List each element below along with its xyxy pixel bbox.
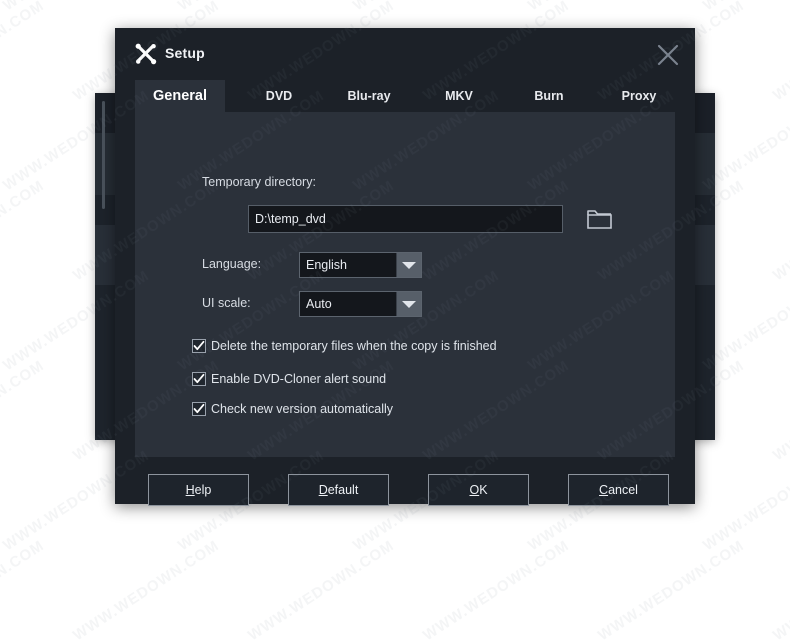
cancel-accel: C xyxy=(599,483,608,497)
language-select-value: English xyxy=(306,253,347,277)
tab-dvd[interactable]: DVD xyxy=(237,80,321,112)
dialog-title-bar: Setup xyxy=(115,28,695,80)
ok-accel: O xyxy=(469,483,479,497)
watermark-text: WWW.WEDOWN.COM xyxy=(525,0,677,14)
dialog-title: Setup xyxy=(165,45,205,61)
background-scrollbar xyxy=(102,101,105,209)
tab-general[interactable]: General xyxy=(135,80,225,112)
dialog-footer: Help Default OK Cancel xyxy=(115,457,695,504)
temporary-directory-label: Temporary directory: xyxy=(202,175,316,189)
tab-bluray[interactable]: Blu-ray xyxy=(327,80,411,112)
checkbox-icon[interactable] xyxy=(192,372,206,386)
default-rest: efault xyxy=(328,483,359,497)
watermark-text: WWW.WEDOWN.COM xyxy=(770,177,790,284)
watermark-text: WWW.WEDOWN.COM xyxy=(770,0,790,104)
help-accel: H xyxy=(186,483,195,497)
chevron-down-icon[interactable] xyxy=(396,292,421,316)
language-select[interactable]: English xyxy=(299,252,422,278)
ui-scale-select-value: Auto xyxy=(306,292,332,316)
checkbox-icon[interactable] xyxy=(192,402,206,416)
checkbox-label: Enable DVD-Cloner alert sound xyxy=(211,371,386,388)
help-rest: elp xyxy=(195,483,212,497)
watermark-text: WWW.WEDOWN.COM xyxy=(0,177,47,284)
tab-bar: General DVD Blu-ray MKV Burn Proxy xyxy=(115,80,695,112)
watermark-text: WWW.WEDOWN.COM xyxy=(0,357,47,464)
tools-icon xyxy=(133,41,159,67)
watermark-text: WWW.WEDOWN.COM xyxy=(770,537,790,644)
tab-mkv[interactable]: MKV xyxy=(417,80,501,112)
watermark-text: WWW.WEDOWN.COM xyxy=(0,537,47,644)
default-button[interactable]: Default xyxy=(288,474,389,506)
close-icon xyxy=(651,40,685,70)
checkbox-label: Delete the temporary files when the copy… xyxy=(211,338,497,355)
watermark-text: WWW.WEDOWN.COM xyxy=(175,0,327,14)
cancel-rest: ancel xyxy=(608,483,638,497)
watermark-text: WWW.WEDOWN.COM xyxy=(350,0,502,14)
help-button[interactable]: Help xyxy=(148,474,249,506)
watermark-text: WWW.WEDOWN.COM xyxy=(245,537,397,644)
default-accel: D xyxy=(319,483,328,497)
language-label: Language: xyxy=(202,257,261,271)
browse-folder-button[interactable] xyxy=(585,206,615,232)
general-tab-panel: Temporary directory: Language: English U… xyxy=(135,112,675,457)
watermark-text: WWW.WEDOWN.COM xyxy=(770,357,790,464)
temporary-directory-input[interactable] xyxy=(248,205,563,233)
cancel-button[interactable]: Cancel xyxy=(568,474,669,506)
watermark-text: WWW.WEDOWN.COM xyxy=(0,0,47,104)
watermark-text: WWW.WEDOWN.COM xyxy=(0,0,152,14)
watermark-text: WWW.WEDOWN.COM xyxy=(420,537,572,644)
tab-burn[interactable]: Burn xyxy=(507,80,591,112)
checkbox-label: Check new version automatically xyxy=(211,401,393,418)
watermark-text: WWW.WEDOWN.COM xyxy=(700,447,790,554)
ui-scale-select[interactable]: Auto xyxy=(299,291,422,317)
setup-dialog: Setup General DVD Blu-ray MKV Burn Proxy… xyxy=(115,28,695,504)
close-button[interactable] xyxy=(651,40,685,70)
watermark-text: WWW.WEDOWN.COM xyxy=(70,537,222,644)
watermark-text: WWW.WEDOWN.COM xyxy=(700,0,790,14)
chevron-down-icon[interactable] xyxy=(396,253,421,277)
ok-button[interactable]: OK xyxy=(428,474,529,506)
checkbox-icon[interactable] xyxy=(192,339,206,353)
tab-proxy[interactable]: Proxy xyxy=(597,80,681,112)
ui-scale-label: UI scale: xyxy=(202,296,251,310)
watermark-text: WWW.WEDOWN.COM xyxy=(595,537,747,644)
folder-icon xyxy=(585,206,615,232)
ok-rest: K xyxy=(479,483,487,497)
